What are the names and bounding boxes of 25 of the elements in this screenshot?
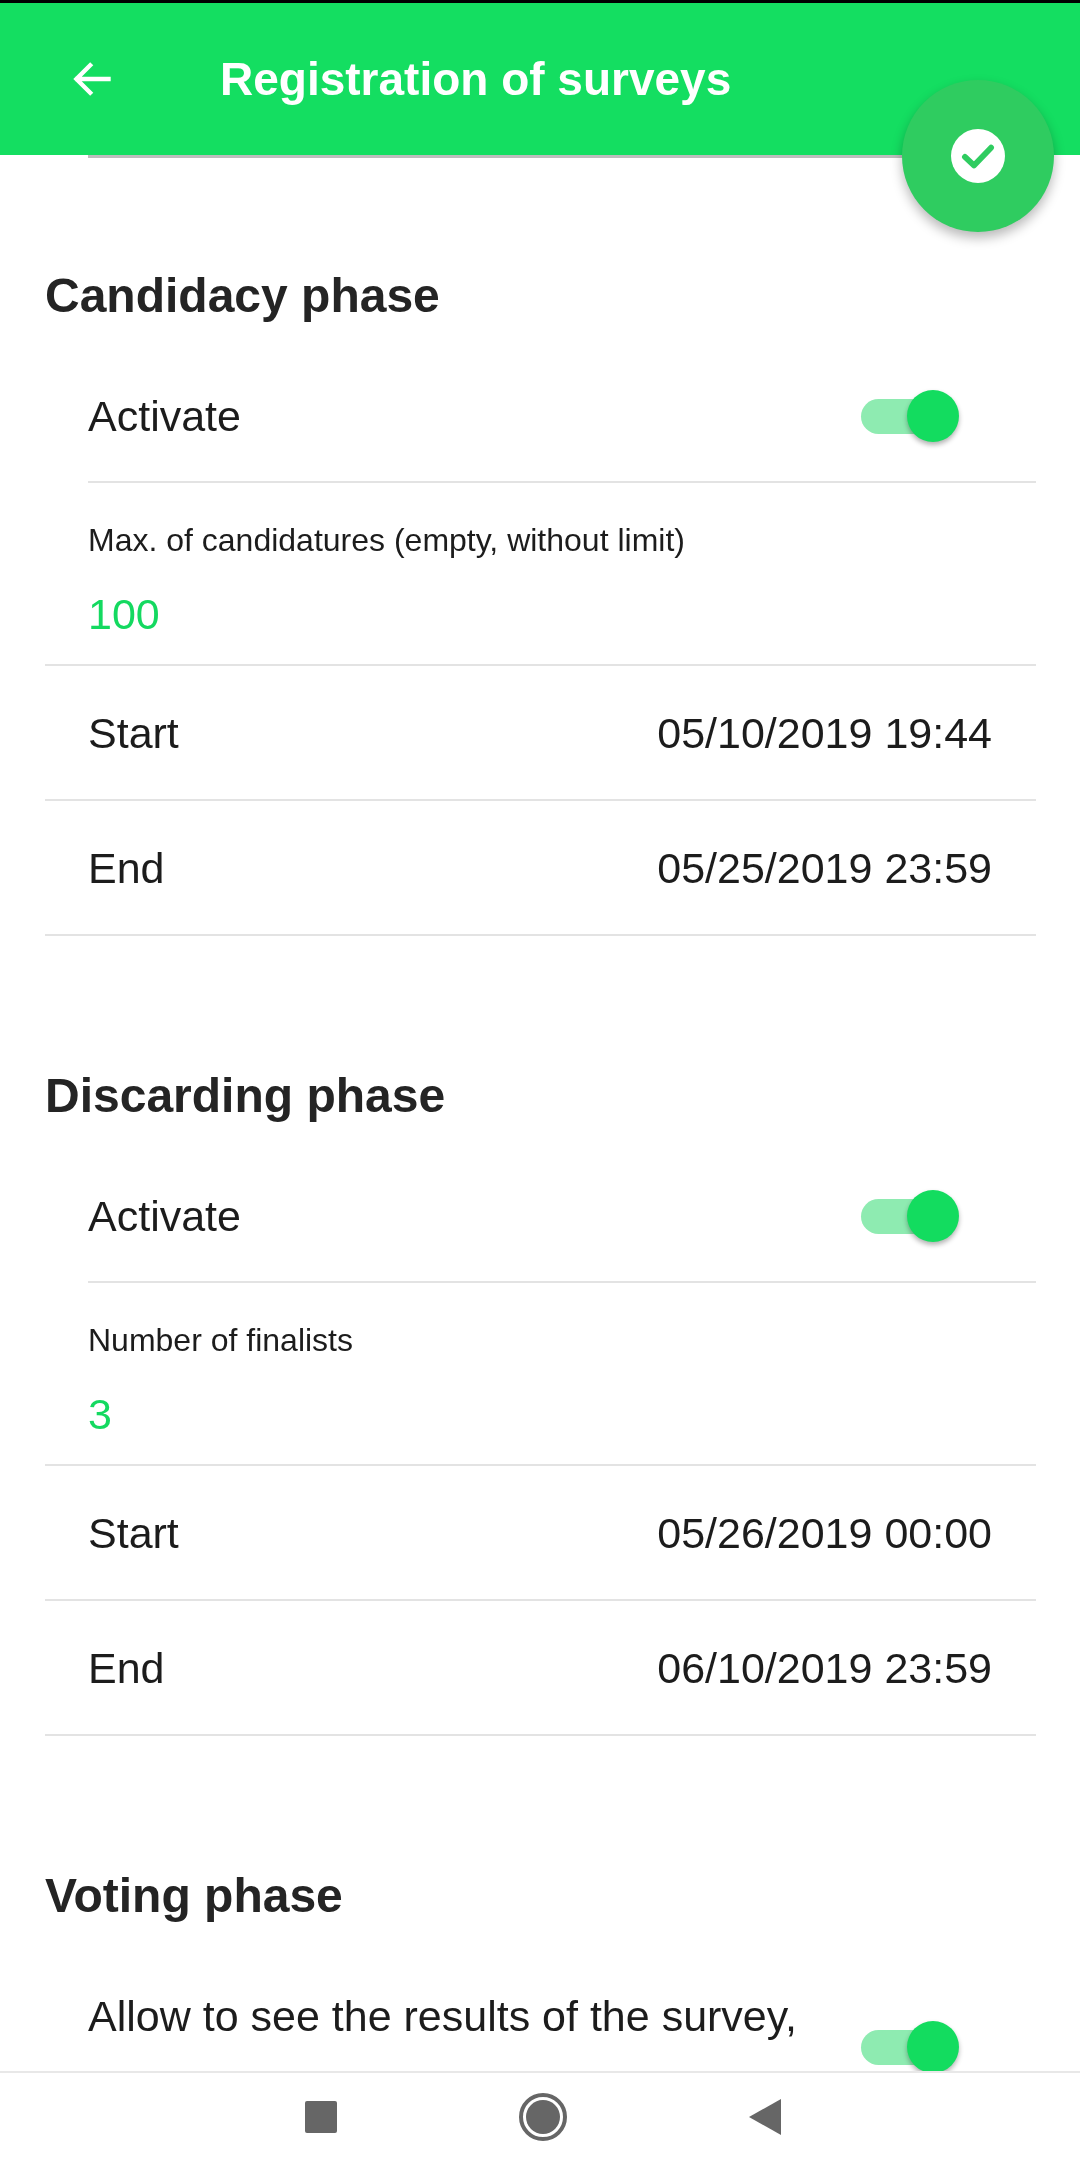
setting-label: Activate xyxy=(88,1190,241,1242)
row-label: End xyxy=(88,1642,165,1694)
toggle-switch[interactable] xyxy=(861,1189,959,1242)
setting-label: Allow to see the results of the survey, xyxy=(88,1991,798,2042)
toggle-switch[interactable] xyxy=(861,2021,959,2071)
toggle-switch[interactable] xyxy=(861,389,959,442)
date-time-value[interactable]: 06/10/2019 23:59 xyxy=(657,1636,992,1699)
row-label: Start xyxy=(88,707,179,759)
square-icon[interactable] xyxy=(305,2100,337,2133)
field-label: Max. of candidatures (empty, without limit) xyxy=(88,521,686,560)
row-label: Start xyxy=(88,1507,179,1559)
back-icon[interactable] xyxy=(749,2098,781,2135)
date-time-value[interactable]: 05/26/2019 00:00 xyxy=(657,1501,992,1564)
section-heading: Candidacy phase xyxy=(45,268,441,324)
section-heading: Discarding phase xyxy=(45,1068,447,1124)
home-icon[interactable] xyxy=(519,2092,567,2141)
row-label: End xyxy=(88,842,165,894)
setting-label: Activate xyxy=(88,390,241,442)
date-time-value[interactable]: 05/25/2019 23:59 xyxy=(657,836,992,899)
screen-title: Registration of surveys xyxy=(220,52,732,107)
field-label: Number of finalists xyxy=(88,1321,354,1360)
confirm-button[interactable] xyxy=(902,80,1054,232)
check-circle-icon xyxy=(951,129,1005,183)
section-heading: Voting phase xyxy=(45,1868,344,1924)
date-time-value[interactable]: 05/10/2019 19:44 xyxy=(657,701,992,764)
